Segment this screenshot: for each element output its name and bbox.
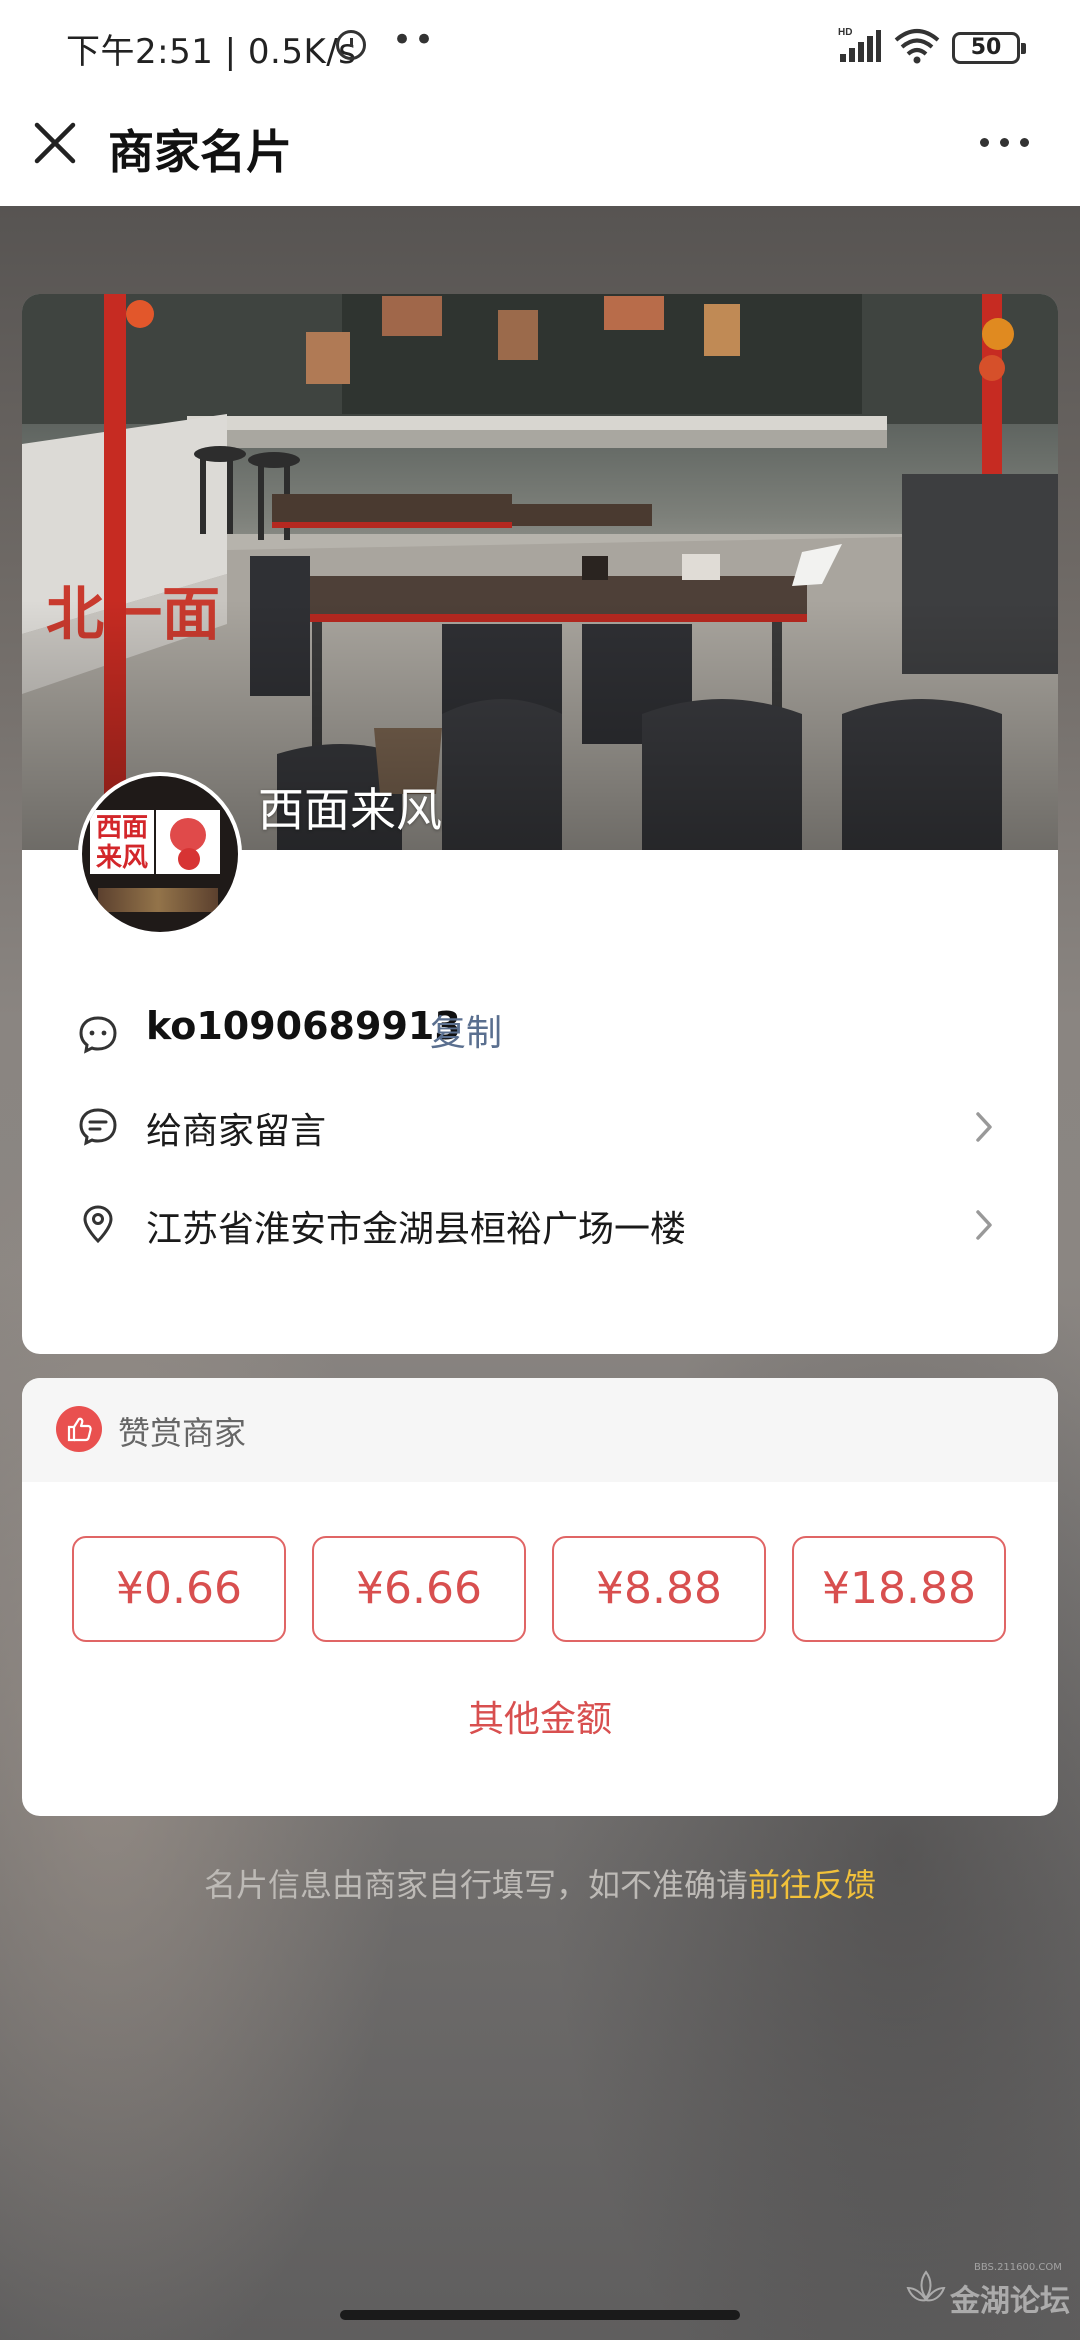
- home-indicator[interactable]: [340, 2310, 740, 2320]
- amount-button-18-88[interactable]: ¥18.88: [792, 1536, 1006, 1642]
- network-type-text: HD: [838, 27, 852, 38]
- footer-note-text: 名片信息由商家自行填写，如不准确请: [203, 1866, 748, 1904]
- address-row[interactable]: 江苏省淮安市金湖县桓裕广场一楼: [22, 1178, 1058, 1268]
- status-time: 下午2:51 | 0.5K/s: [66, 32, 357, 72]
- battery-indicator: 50: [952, 32, 1026, 64]
- footer-note: 名片信息由商家自行填写，如不准确请前往反馈: [0, 1860, 1080, 1906]
- avatar-sign-text: 西面来风: [90, 810, 154, 874]
- copy-button[interactable]: 复制: [430, 1004, 502, 1056]
- page-title: 商家名片: [108, 125, 292, 179]
- chevron-right-icon: [976, 1112, 992, 1142]
- alarm-icon: [336, 30, 366, 60]
- merchant-id: ko1090689913: [146, 1004, 461, 1048]
- message-icon: [79, 1108, 117, 1146]
- signal-icon: HD: [838, 27, 881, 62]
- watermark-logo: BBS.211600.COM 金湖论坛: [904, 2256, 1074, 2319]
- other-amount-button[interactable]: 其他金额: [22, 1690, 1058, 1742]
- restaurant-interior-image: 北一面: [22, 294, 1058, 850]
- cover-photo: 北一面: [22, 294, 1058, 850]
- wifi-icon: [894, 29, 940, 64]
- chevron-right-icon: [976, 1210, 992, 1240]
- more-icon[interactable]: [978, 126, 1032, 160]
- merchant-avatar: 西面来风: [78, 772, 242, 936]
- close-icon[interactable]: [28, 116, 82, 170]
- nav-bar: 商家名片: [0, 96, 1080, 206]
- tip-title: 赞赏商家: [118, 1414, 247, 1452]
- leave-message-row[interactable]: 给商家留言: [22, 1080, 1058, 1170]
- thumbs-up-icon: [56, 1406, 102, 1452]
- notification-dots: ••: [392, 20, 437, 60]
- location-pin-icon: [83, 1205, 113, 1244]
- wechat-id-icon: [79, 1016, 117, 1054]
- watermark-text: 金湖论坛: [950, 2284, 1070, 2319]
- tip-card: 赞赏商家 ¥0.66 ¥6.66 ¥8.88 ¥18.88 其他金额: [22, 1378, 1058, 1816]
- tip-header: 赞赏商家: [22, 1378, 1058, 1482]
- mascot-icon: [156, 810, 220, 874]
- leave-message-label: 给商家留言: [146, 1111, 327, 1152]
- merchant-card: 北一面: [22, 294, 1058, 1354]
- amount-button-0-66[interactable]: ¥0.66: [72, 1536, 286, 1642]
- lotus-icon: [906, 2270, 946, 2302]
- amount-button-8-88[interactable]: ¥8.88: [552, 1536, 766, 1642]
- feedback-link[interactable]: 前往反馈: [748, 1866, 876, 1904]
- address-text: 江苏省淮安市金湖县桓裕广场一楼: [146, 1209, 687, 1250]
- amount-button-6-66[interactable]: ¥6.66: [312, 1536, 526, 1642]
- watermark-url: BBS.211600.COM: [974, 2262, 1062, 2273]
- merchant-name: 西面来风: [258, 783, 442, 837]
- merchant-id-row: ko1090689913 复制: [22, 988, 1058, 1078]
- status-bar: 下午2:51 | 0.5K/s •• HD 50: [0, 0, 1080, 96]
